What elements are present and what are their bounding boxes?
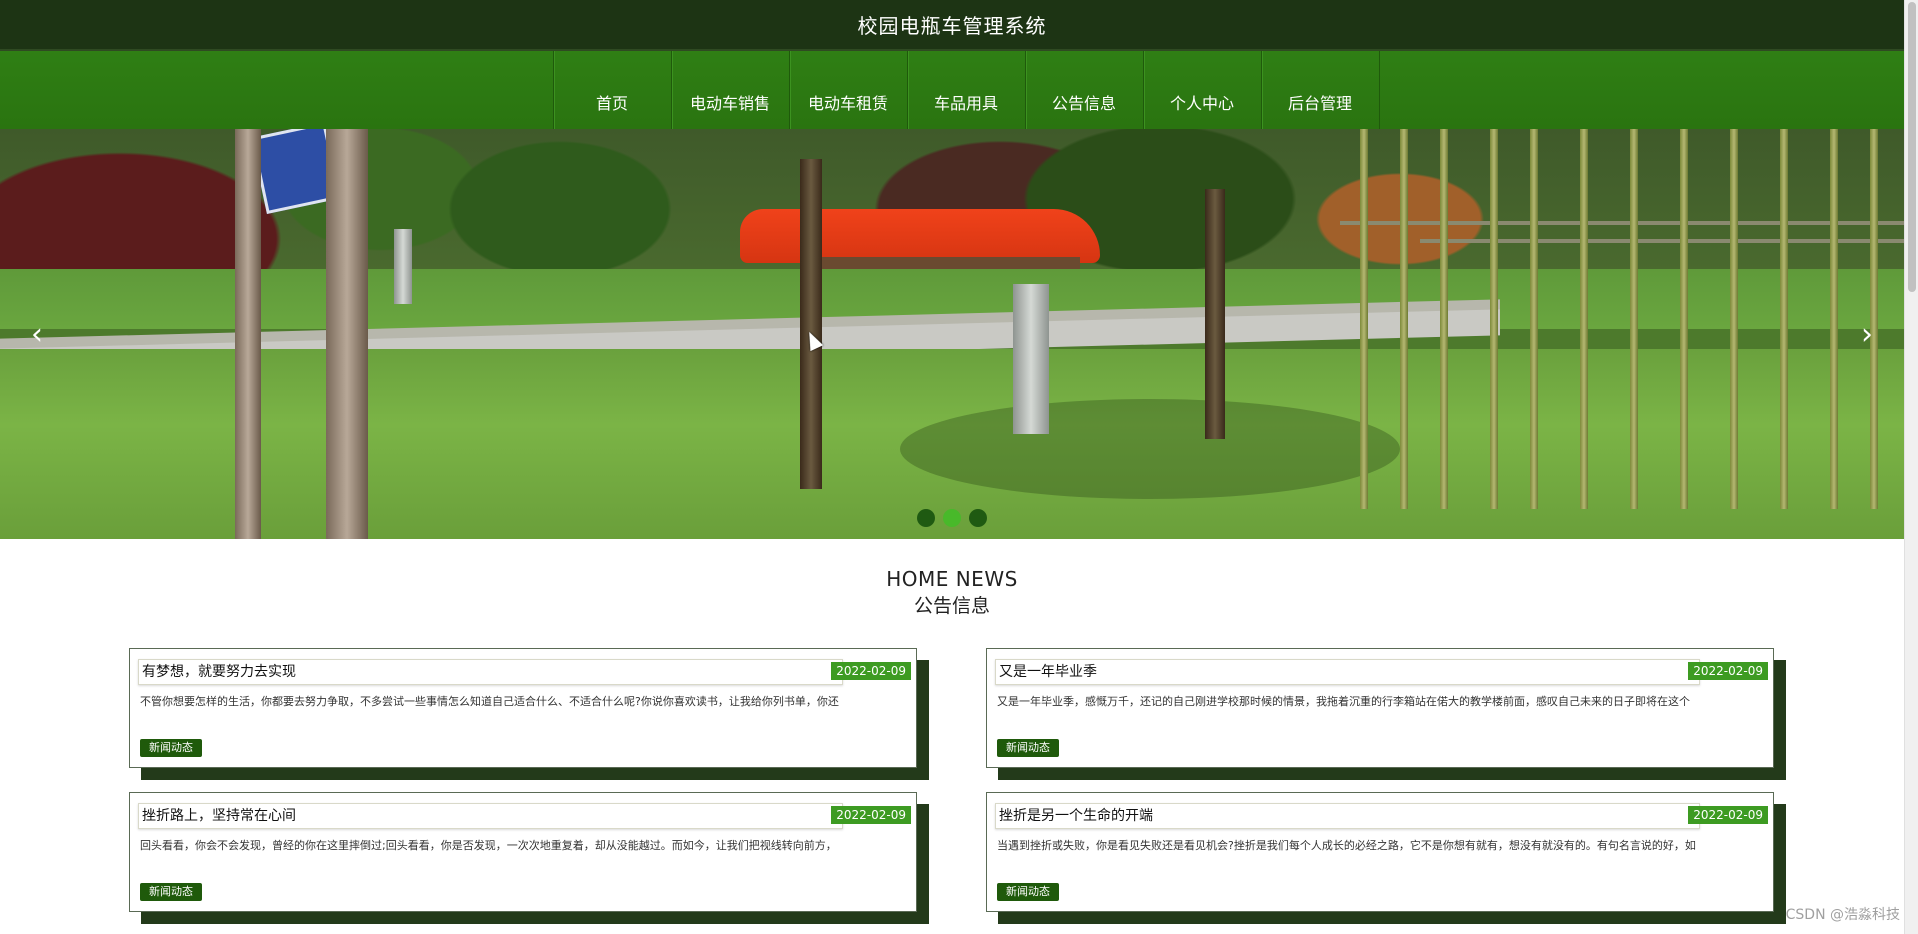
nav-item-accessories[interactable]: 车品用具 [908, 51, 1026, 129]
news-category-tag[interactable]: 新闻动态 [140, 739, 202, 757]
banner-image [0, 129, 1904, 539]
news-heading-en: HOME NEWS [886, 567, 1018, 591]
news-summary: 又是一年毕业季，感慨万千，还记的自己刚进学校那时候的情景，我拖着沉重的行李箱站在… [997, 695, 1690, 708]
news-date-badge: 2022-02-09 [1688, 806, 1768, 824]
news-title[interactable]: 又是一年毕业季 [995, 659, 1700, 685]
news-section-header: HOME NEWS 公告信息 [0, 566, 1904, 620]
news-title[interactable]: 有梦想，就要努力去实现 [138, 659, 843, 685]
site-title: 校园电瓶车管理系统 [857, 14, 1047, 38]
news-category-tag[interactable]: 新闻动态 [997, 739, 1059, 757]
carousel-prev-icon[interactable]: ‹ [22, 315, 52, 355]
title-bar: 校园电瓶车管理系统 [0, 0, 1904, 51]
news-date-badge: 2022-02-09 [831, 806, 911, 824]
carousel-dot-3[interactable] [969, 509, 987, 527]
news-title[interactable]: 挫折是另一个生命的开端 [995, 803, 1700, 829]
news-title[interactable]: 挫折路上，坚持常在心间 [138, 803, 843, 829]
carousel-dot-1[interactable] [917, 509, 935, 527]
nav-item-personal-center[interactable]: 个人中心 [1144, 51, 1262, 129]
news-heading-zh: 公告信息 [913, 595, 990, 617]
news-summary: 不管你想要怎样的生活，你都要去努力争取，不多尝试一些事情怎么知道自己适合什么、不… [140, 695, 839, 708]
vertical-scrollbar[interactable] [1904, 0, 1918, 934]
nav-item-home[interactable]: 首页 [554, 51, 672, 129]
banner-carousel: ‹ › [0, 129, 1904, 539]
news-card[interactable]: 有梦想，就要努力去实现 2022-02-09 不管你想要怎样的生活，你都要去努力… [129, 648, 929, 780]
news-card[interactable]: 又是一年毕业季 2022-02-09 又是一年毕业季，感慨万千，还记的自己刚进学… [986, 648, 1786, 780]
news-summary: 回头看看，你会不会发现，曾经的你在这里摔倒过;回头看看，你是否发现，一次次地重复… [140, 839, 837, 852]
news-card[interactable]: 挫折是另一个生命的开端 2022-02-09 当遇到挫折或失败，你是看见失败还是… [986, 792, 1786, 924]
news-category-tag[interactable]: 新闻动态 [140, 883, 202, 901]
csdn-watermark: CSDN @浩淼科技 [1785, 907, 1900, 923]
main-column: 校园电瓶车管理系统 首页 电动车销售 电动车租赁 车品用具 公告信息 个人中心 … [0, 0, 1904, 934]
carousel-dot-2[interactable] [943, 509, 961, 527]
scrollbar-thumb[interactable] [1908, 2, 1916, 292]
nav-item-ev-sales[interactable]: 电动车销售 [672, 51, 790, 129]
news-date-badge: 2022-02-09 [831, 662, 911, 680]
nav-menu: 首页 电动车销售 电动车租赁 车品用具 公告信息 个人中心 后台管理 [552, 51, 1380, 129]
carousel-indicators [0, 509, 1904, 527]
nav-item-announcements[interactable]: 公告信息 [1026, 51, 1144, 129]
nav-item-admin[interactable]: 后台管理 [1262, 51, 1380, 129]
nav-bar: 首页 电动车销售 电动车租赁 车品用具 公告信息 个人中心 后台管理 [0, 51, 1904, 129]
page: 校园电瓶车管理系统 首页 电动车销售 电动车租赁 车品用具 公告信息 个人中心 … [0, 0, 1918, 934]
nav-item-ev-rental[interactable]: 电动车租赁 [790, 51, 908, 129]
news-date-badge: 2022-02-09 [1688, 662, 1768, 680]
news-summary: 当遇到挫折或失败，你是看见失败还是看见机会?挫折是我们每个人成长的必经之路，它不… [997, 839, 1696, 852]
news-card[interactable]: 挫折路上，坚持常在心间 2022-02-09 回头看看，你会不会发现，曾经的你在… [129, 792, 929, 924]
news-category-tag[interactable]: 新闻动态 [997, 883, 1059, 901]
carousel-next-icon[interactable]: › [1852, 315, 1882, 355]
